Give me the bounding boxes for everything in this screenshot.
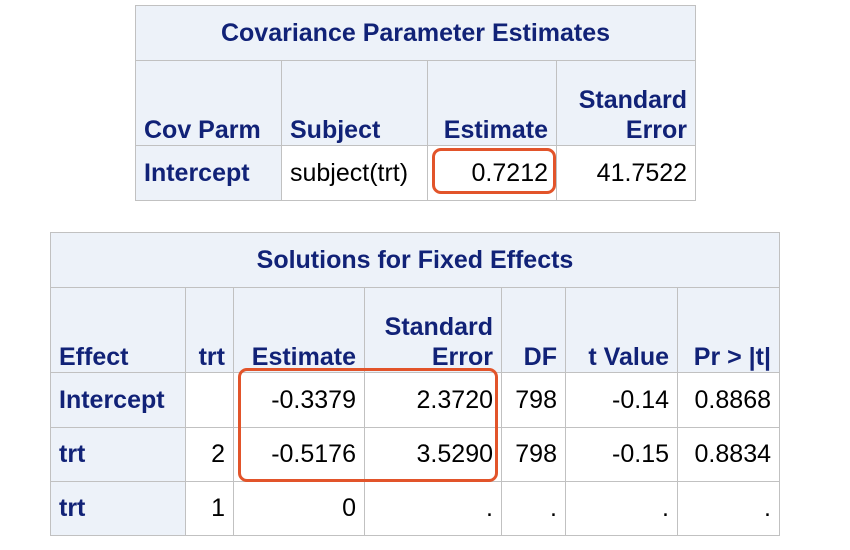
p-value-cell: . [677, 481, 780, 536]
col-header-df: DF [501, 287, 566, 373]
p-value-cell: 0.8868 [677, 372, 780, 428]
effect-cell: trt [50, 481, 186, 536]
table-row: Intercept -0.3379 2.3720 798 -0.14 0.886… [50, 372, 780, 428]
estimate-cell: 0 [233, 481, 365, 536]
estimate-cell: 0.7212 [427, 145, 557, 201]
table-row: trt 1 0 . . . . [50, 481, 780, 536]
std-error-cell: 41.7522 [555, 145, 697, 201]
cov-table-title: Covariance Parameter Estimates [134, 5, 697, 61]
col-header-standard-error: Standard Error [364, 287, 502, 373]
col-header-subject: Subject [281, 60, 428, 146]
std-error-cell: 2.3720 [364, 372, 502, 428]
cov-parm-cell: Intercept [135, 145, 282, 201]
t-value-cell: -0.15 [565, 427, 678, 482]
estimate-cell: -0.5176 [233, 427, 365, 482]
std-error-cell: 3.5290 [364, 427, 502, 482]
effect-cell: trt [50, 427, 186, 482]
subject-cell: subject(trt) [281, 145, 428, 201]
col-header-estimate: Estimate [427, 60, 557, 146]
p-value-cell: 0.8834 [677, 427, 780, 482]
col-header-trt: trt [185, 287, 234, 373]
df-cell: . [501, 481, 566, 536]
table-row: trt 2 -0.5176 3.5290 798 -0.15 0.8834 [50, 427, 780, 482]
col-header-estimate: Estimate [233, 287, 365, 373]
trt-cell: 2 [185, 427, 234, 482]
df-cell: 798 [501, 427, 566, 482]
fixed-effects-table: Solutions for Fixed Effects Effect trt E… [50, 232, 780, 536]
table-row: Intercept subject(trt) 0.7212 41.7522 [135, 145, 697, 201]
col-header-effect: Effect [50, 287, 186, 373]
estimate-cell: -0.3379 [233, 372, 365, 428]
fixed-table-title: Solutions for Fixed Effects [50, 232, 780, 288]
trt-cell: 1 [185, 481, 234, 536]
df-cell: 798 [501, 372, 566, 428]
col-header-standard-error: Standard Error [555, 60, 697, 146]
t-value-cell: . [565, 481, 678, 536]
std-error-cell: . [364, 481, 502, 536]
col-header-p-value: Pr > |t| [677, 287, 780, 373]
effect-cell: Intercept [50, 372, 186, 428]
trt-cell [185, 372, 234, 428]
col-header-cov-parm: Cov Parm [135, 60, 282, 146]
t-value-cell: -0.14 [565, 372, 678, 428]
covariance-parameter-table: Covariance Parameter Estimates Cov Parm … [134, 5, 697, 201]
col-header-t-value: t Value [565, 287, 678, 373]
